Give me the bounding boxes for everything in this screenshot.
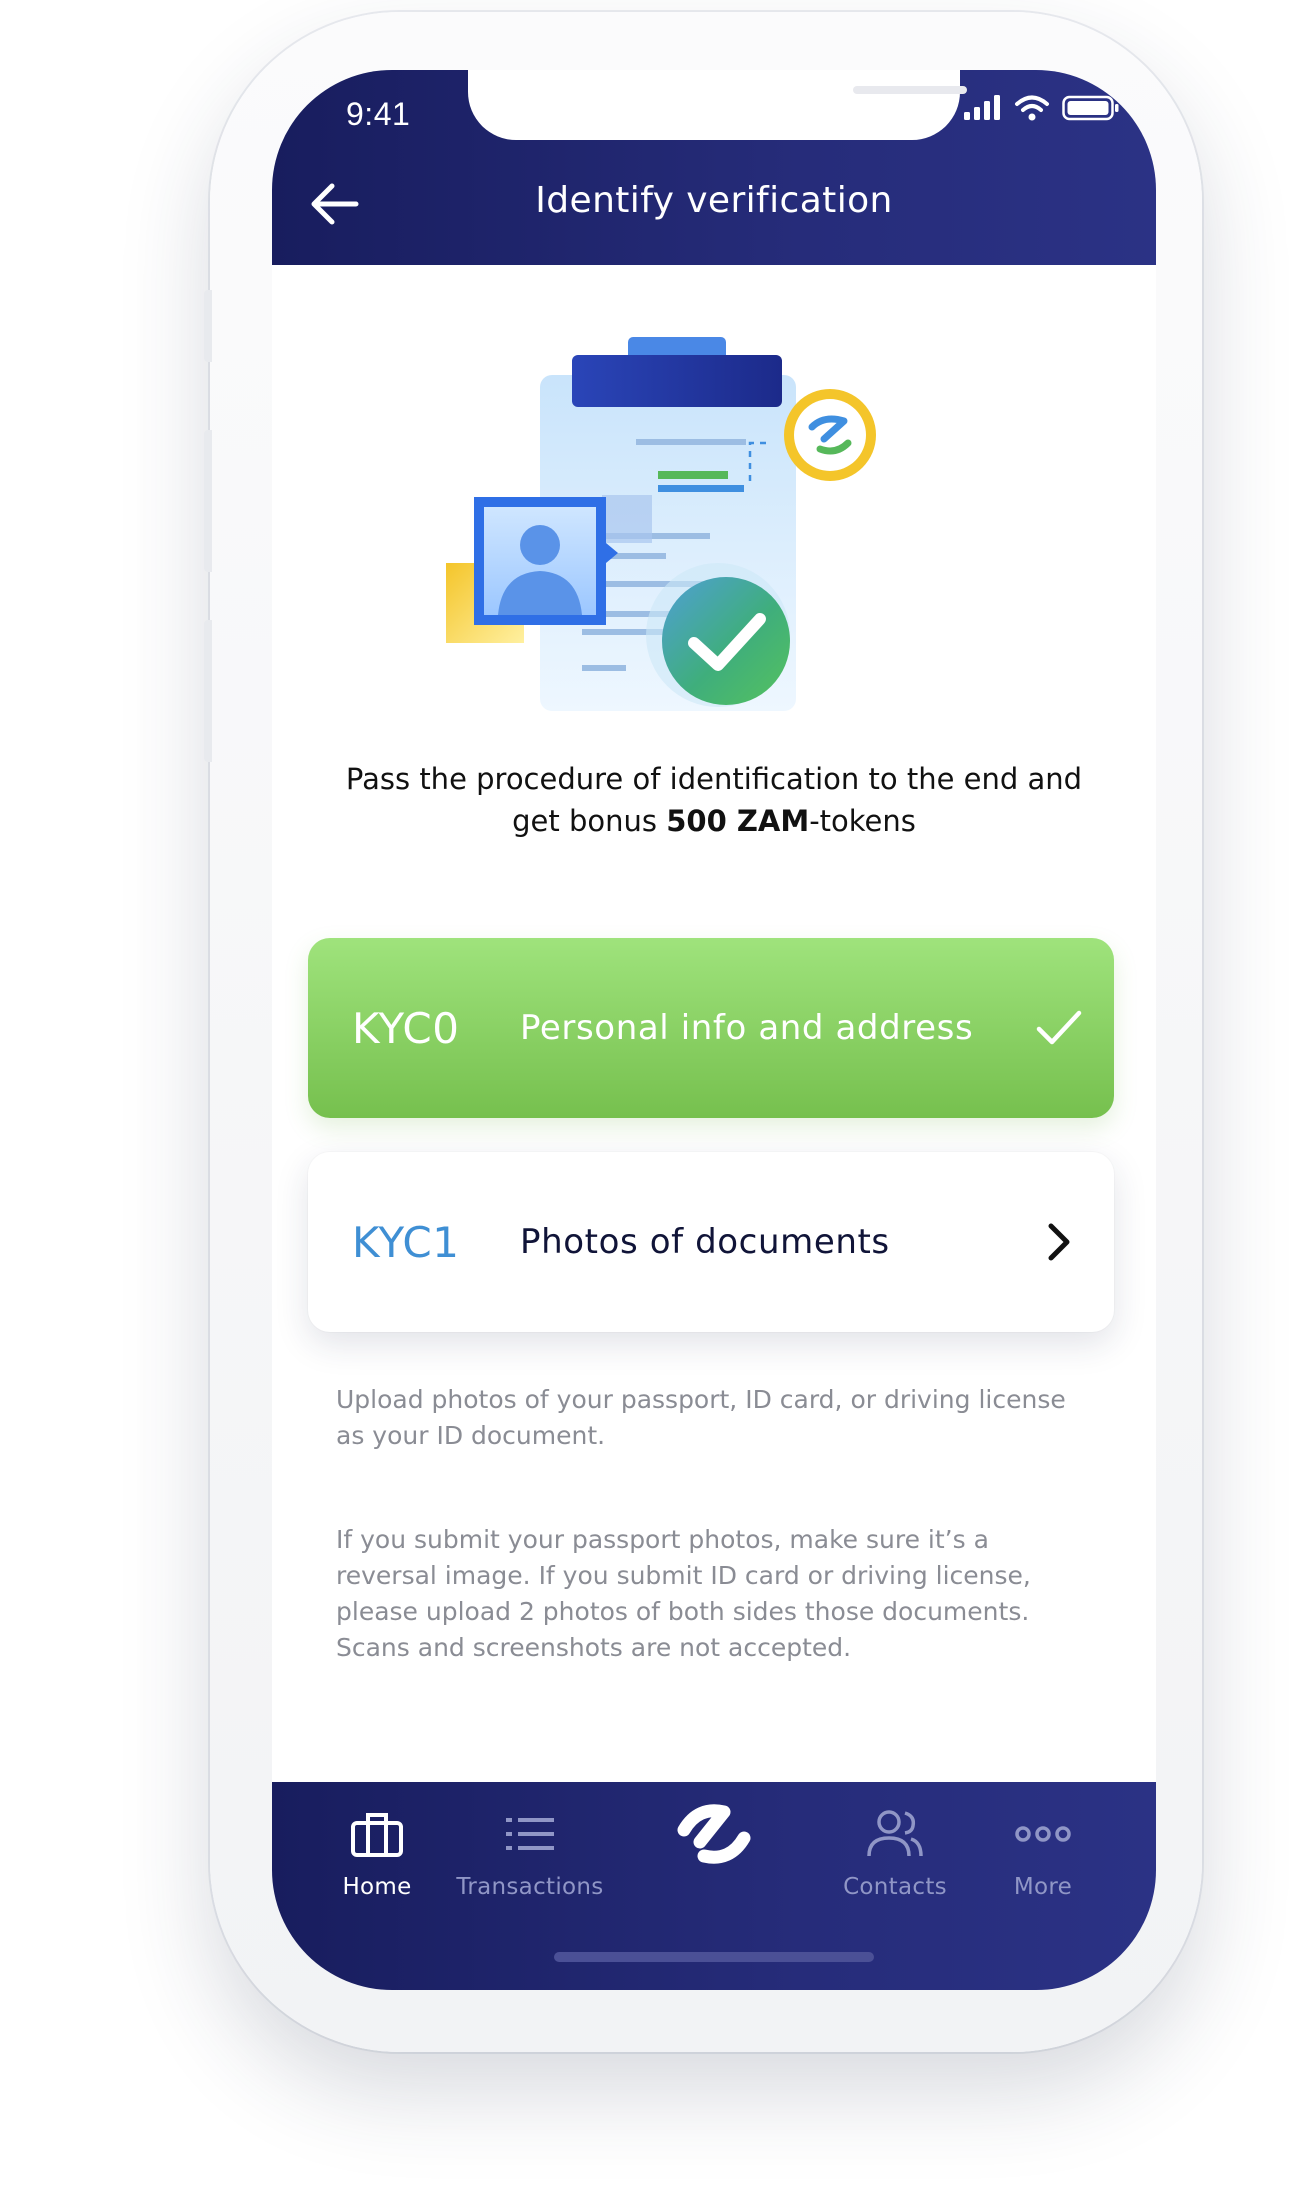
bottom-nav: Home Transactions Contacts More: [272, 1782, 1156, 1990]
status-time: 9:41: [346, 96, 411, 132]
wifi-icon: [1015, 95, 1049, 121]
kyc-step-code: KYC0: [352, 1003, 460, 1053]
nav-label: Home: [342, 1874, 412, 1900]
info-paragraph: Upload photos of your passport, ID card,…: [336, 1385, 1066, 1450]
camera-notch: [468, 70, 967, 140]
volume-down-button: [204, 620, 212, 762]
clipboard-header: [572, 355, 782, 407]
page-title: Identify verification: [535, 180, 893, 221]
zam-logo-icon: [674, 1804, 754, 1864]
verification-illustration: [446, 337, 876, 711]
speaker-grill: [853, 86, 967, 94]
checkmark-icon: [1034, 1003, 1084, 1053]
volume-up-button: [204, 430, 212, 572]
bonus-amount: 500 ZAM: [666, 804, 810, 838]
briefcase-icon: [349, 1804, 405, 1864]
kyc-step-label: Personal info and address: [520, 1008, 974, 1048]
home-indicator: [554, 1952, 874, 1962]
mute-switch: [204, 290, 212, 362]
signal-icon: [964, 95, 1000, 120]
chevron-right-icon: [1034, 1217, 1084, 1267]
more-dots-icon: [1015, 1804, 1071, 1864]
battery-icon: [1062, 95, 1119, 121]
kyc-step-label: Photos of documents: [520, 1222, 890, 1262]
info-paragraph: If you submit your passport photos, make…: [336, 1525, 1031, 1662]
nav-item-transactions[interactable]: Transactions: [455, 1804, 605, 1914]
kyc-step-code: KYC1: [352, 1217, 460, 1267]
nav-item-home[interactable]: Home: [302, 1804, 452, 1914]
intro-text: Pass the procedure of identification to …: [332, 758, 1096, 842]
status-icons: [962, 94, 1120, 122]
contacts-icon: [865, 1804, 925, 1864]
list-icon: [504, 1804, 556, 1864]
app-header: 9:41 Identify verification: [272, 70, 1156, 265]
verified-check-badge: [662, 577, 790, 705]
nav-label: More: [1013, 1874, 1073, 1900]
intro-text-after: -tokens: [809, 804, 916, 838]
nav-label: Transactions: [456, 1874, 604, 1900]
nav-item-more[interactable]: More: [968, 1804, 1118, 1914]
nav-item-zam-home[interactable]: [639, 1804, 789, 1914]
kyc-step-card-kyc0[interactable]: KYC0 Personal info and address: [308, 938, 1114, 1118]
nav-label: Contacts: [843, 1874, 947, 1900]
kyc-step-card-kyc1[interactable]: KYC1 Photos of documents: [308, 1152, 1114, 1332]
nav-item-contacts[interactable]: Contacts: [820, 1804, 970, 1914]
phone-screen: 9:41 Identify verification Pass the proc…: [272, 70, 1156, 1990]
